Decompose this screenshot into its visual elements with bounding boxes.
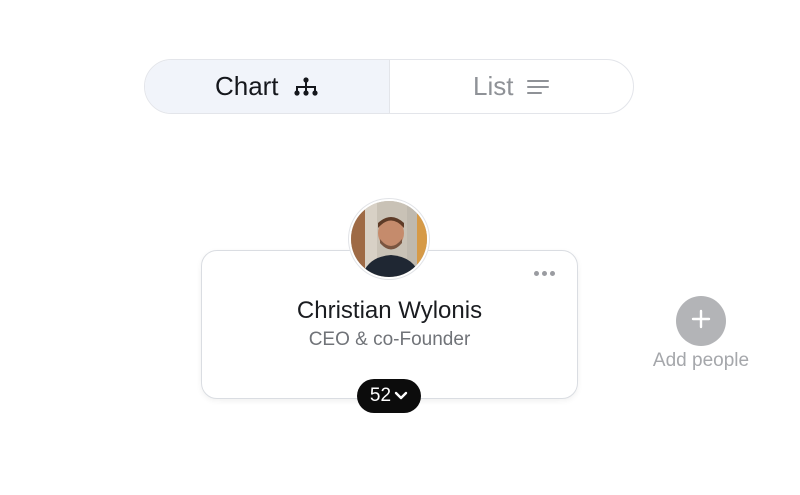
- add-people-button[interactable]: [676, 296, 726, 346]
- list-lines-icon: [527, 79, 550, 95]
- person-name: Christian Wylonis: [296, 297, 483, 324]
- tab-chart[interactable]: Chart: [145, 60, 390, 113]
- view-toggle: Chart List: [144, 59, 634, 114]
- more-horizontal-icon[interactable]: [530, 267, 559, 280]
- person-role: CEO & co-Founder: [308, 329, 471, 350]
- tab-list[interactable]: List: [390, 60, 634, 113]
- chevron-down-icon: [394, 385, 408, 407]
- direct-reports-toggle[interactable]: 52: [357, 379, 421, 413]
- org-chart-icon: [293, 76, 319, 98]
- report-count: 52: [369, 385, 392, 406]
- add-people-label[interactable]: Add people: [630, 350, 772, 372]
- avatar[interactable]: [349, 199, 429, 279]
- tab-list-label: List: [473, 71, 514, 101]
- org-chart-view: Chart List Christian Wylonis CEO & co-Fo…: [0, 0, 800, 495]
- tab-chart-label: Chart: [214, 71, 279, 101]
- plus-icon: [691, 309, 711, 334]
